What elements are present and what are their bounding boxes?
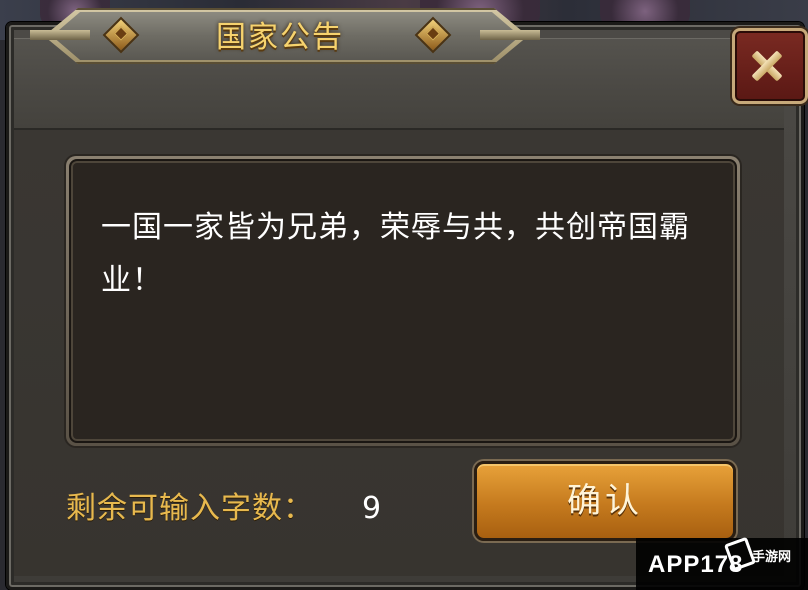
watermark-subtext: 手游网: [752, 550, 792, 565]
remaining-chars-label: 剩余可输入字数：: [66, 491, 314, 526]
confirm-button-label: 确认: [567, 481, 643, 521]
banner-wing-left: [30, 30, 90, 40]
confirm-button[interactable]: 确认: [474, 461, 736, 541]
page-title: 国家公告: [216, 20, 344, 55]
close-button[interactable]: [732, 28, 808, 104]
announcement-text[interactable]: 一国一家皆为兄弟，荣辱与共，共创帝国霸业！: [101, 201, 701, 307]
remaining-chars-value: 9: [362, 491, 382, 526]
announcement-input-inner[interactable]: 一国一家皆为兄弟，荣辱与共，共创帝国霸业！: [69, 159, 737, 443]
announcement-input[interactable]: 一国一家皆为兄弟，荣辱与共，共创帝国霸业！: [66, 156, 740, 446]
banner-wing-right: [480, 30, 540, 40]
close-icon: [735, 31, 805, 101]
